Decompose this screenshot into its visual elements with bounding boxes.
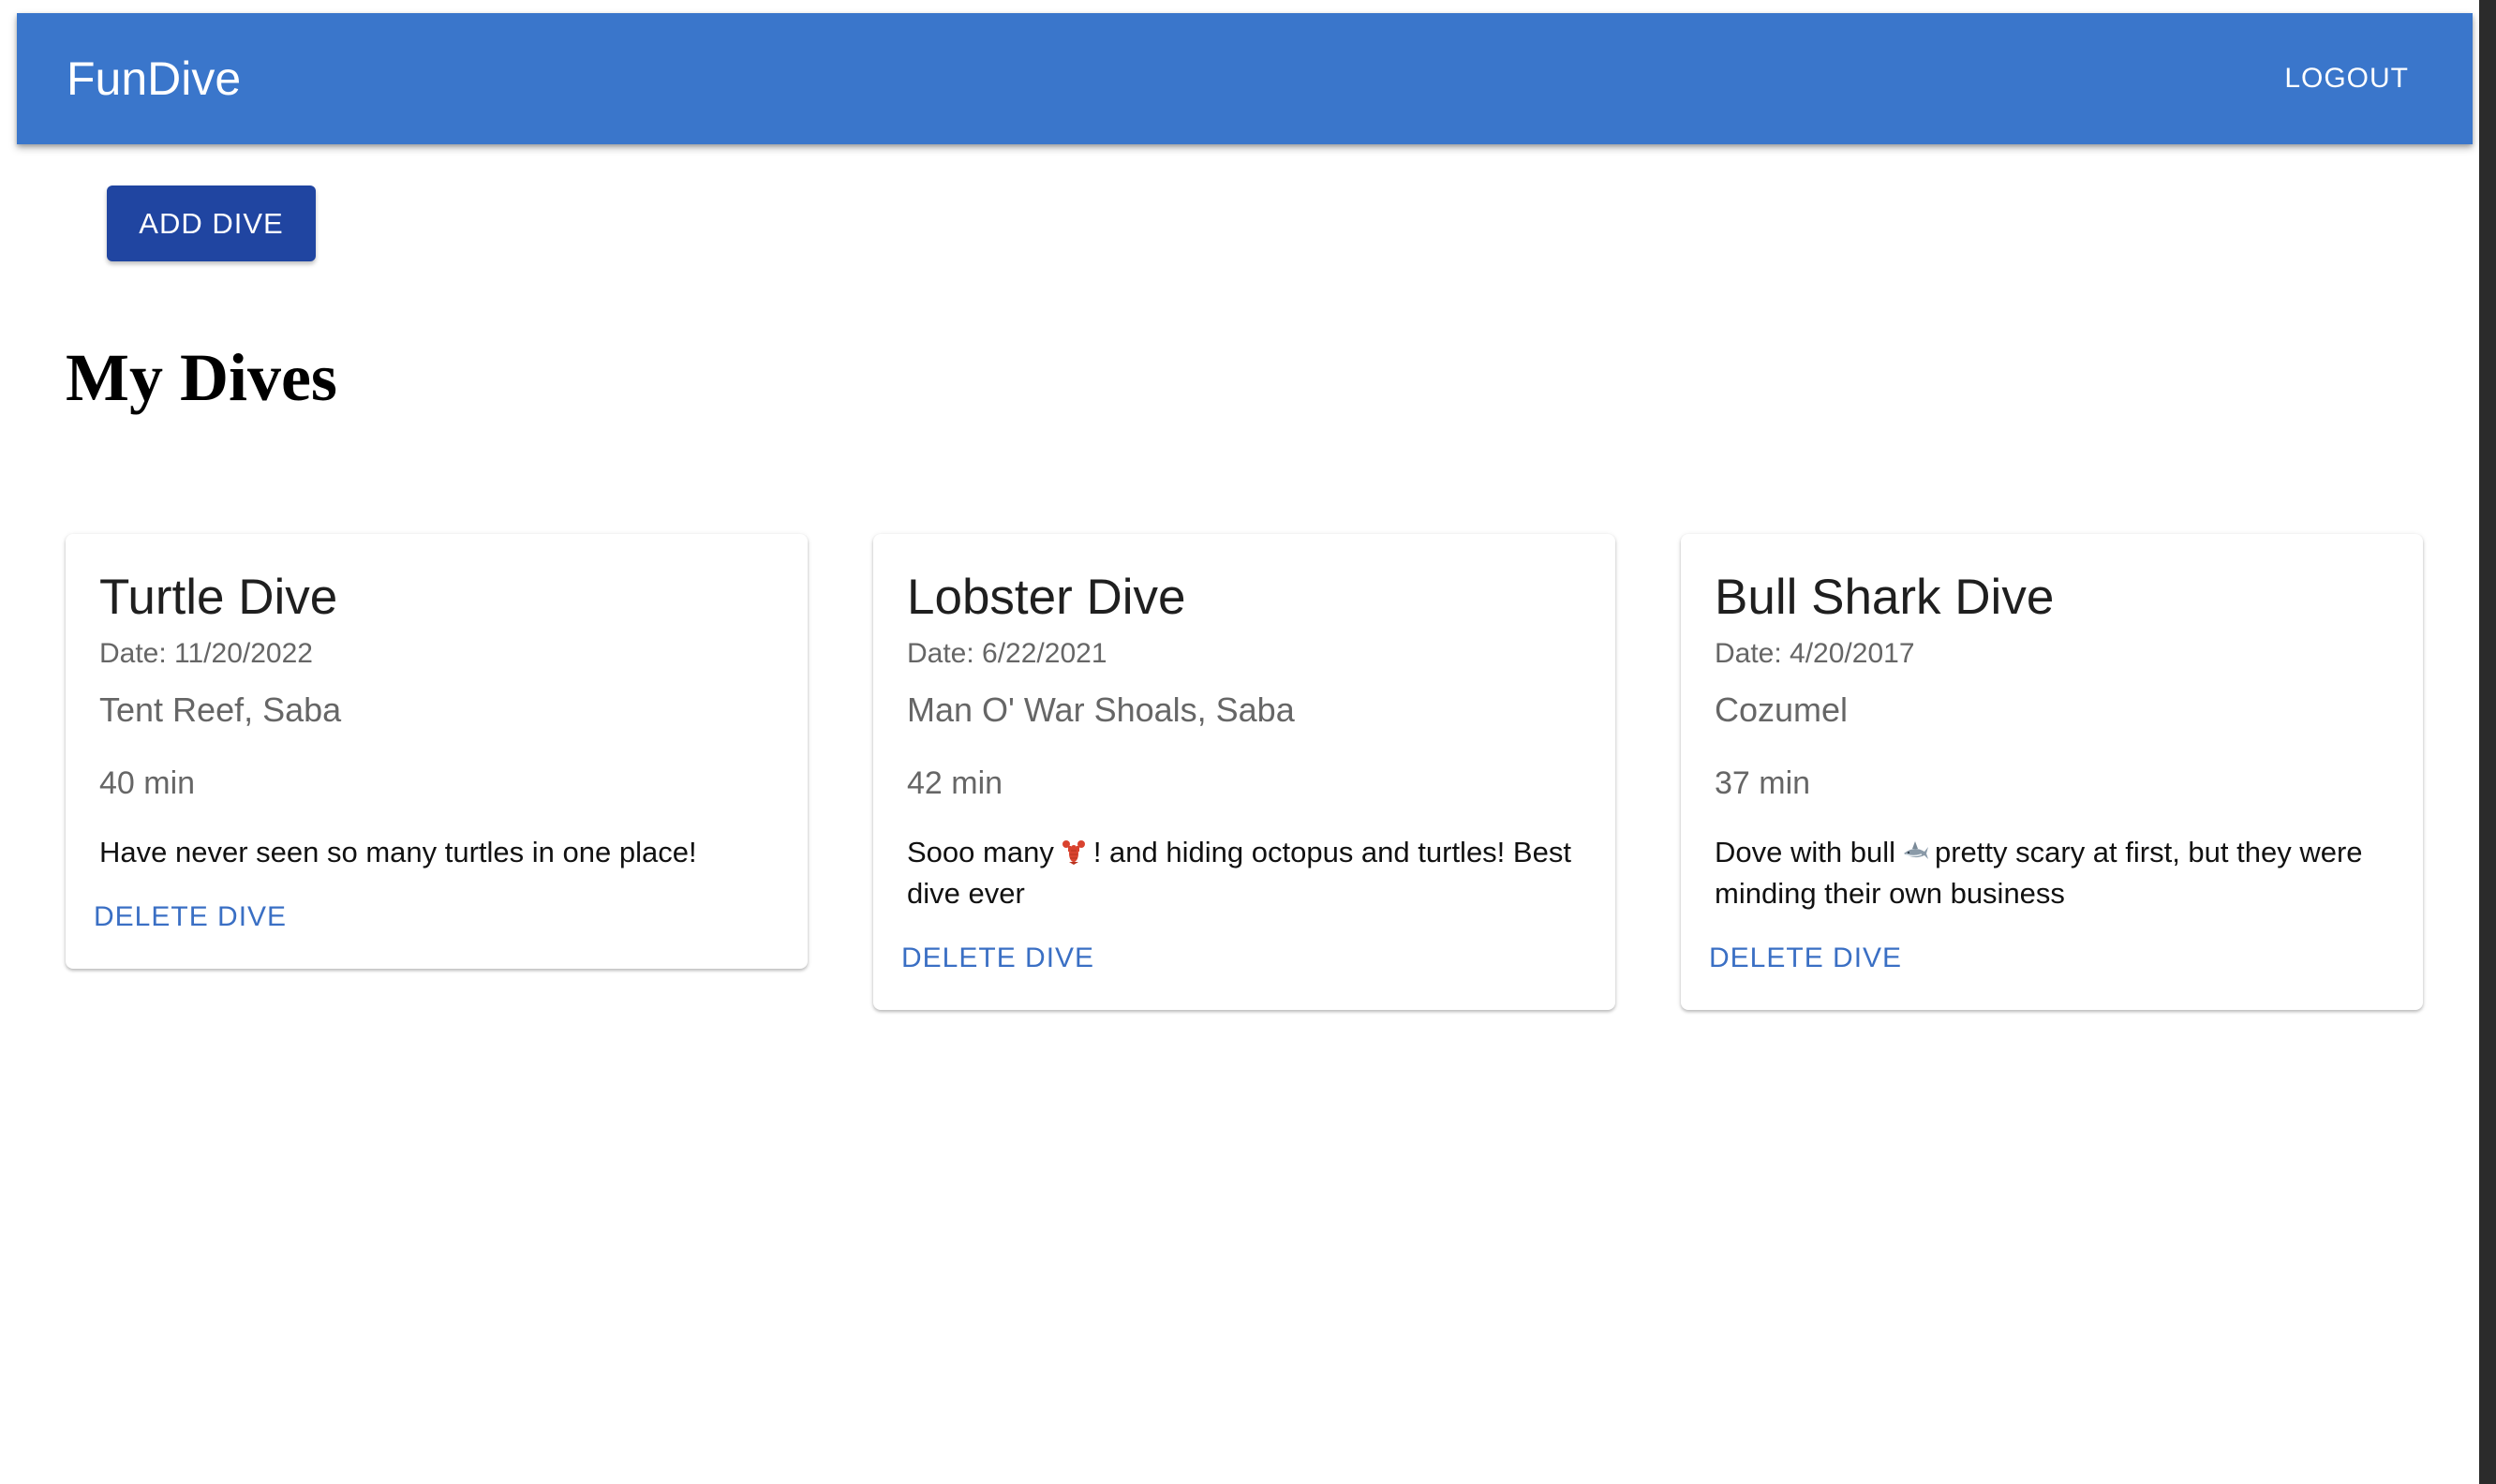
delete-dive-button[interactable]: DELETE DIVE bbox=[901, 935, 1094, 982]
shark-icon bbox=[1903, 841, 1928, 859]
dive-card: Lobster Dive Date: 6/22/2021 Man O' War … bbox=[873, 534, 1615, 1010]
dive-date: Date: 4/20/2017 bbox=[1715, 638, 1915, 669]
delete-dive-button[interactable]: DELETE DIVE bbox=[94, 894, 287, 941]
dive-notes: Dove with bull pretty scary at first, bu… bbox=[1715, 832, 2389, 914]
dive-duration: 37 min bbox=[1715, 765, 1811, 801]
dive-card: Turtle Dive Date: 11/20/2022 Tent Reef, … bbox=[66, 534, 808, 969]
dive-date: Date: 11/20/2022 bbox=[99, 638, 313, 669]
page: FunDive LOGOUT ADD DIVE My Dives Turtle … bbox=[0, 0, 2496, 1484]
add-dive-button[interactable]: ADD DIVE bbox=[107, 186, 316, 261]
dive-date: Date: 6/22/2021 bbox=[907, 638, 1107, 669]
app-bar: FunDive LOGOUT bbox=[17, 13, 2473, 144]
dive-notes-text: Dove with bull bbox=[1715, 836, 1895, 868]
lobster-icon bbox=[1062, 840, 1085, 865]
dive-notes: Have never seen so many turtles in one p… bbox=[99, 832, 774, 873]
dive-location: Cozumel bbox=[1715, 690, 1849, 729]
window-edge bbox=[2479, 0, 2496, 1484]
logout-button[interactable]: LOGOUT bbox=[2266, 52, 2428, 105]
dive-location: Tent Reef, Saba bbox=[99, 690, 342, 729]
dive-duration: 40 min bbox=[99, 765, 196, 801]
dive-notes-text: Have never seen so many turtles in one p… bbox=[99, 836, 697, 868]
dive-notes-text: Sooo many bbox=[907, 836, 1054, 868]
dive-location: Man O' War Shoals, Saba bbox=[907, 690, 1295, 729]
dive-title: Turtle Dive bbox=[99, 570, 338, 625]
page-title: My Dives bbox=[66, 340, 337, 415]
dive-duration: 42 min bbox=[907, 765, 1003, 801]
dive-title: Bull Shark Dive bbox=[1715, 570, 2055, 625]
dive-notes: Sooo many ! and hiding octopus and turtl… bbox=[907, 832, 1582, 914]
delete-dive-button[interactable]: DELETE DIVE bbox=[1709, 935, 1902, 982]
dive-title: Lobster Dive bbox=[907, 570, 1186, 625]
app-title: FunDive bbox=[67, 52, 242, 105]
dive-card: Bull Shark Dive Date: 4/20/2017 Cozumel … bbox=[1681, 534, 2423, 1010]
